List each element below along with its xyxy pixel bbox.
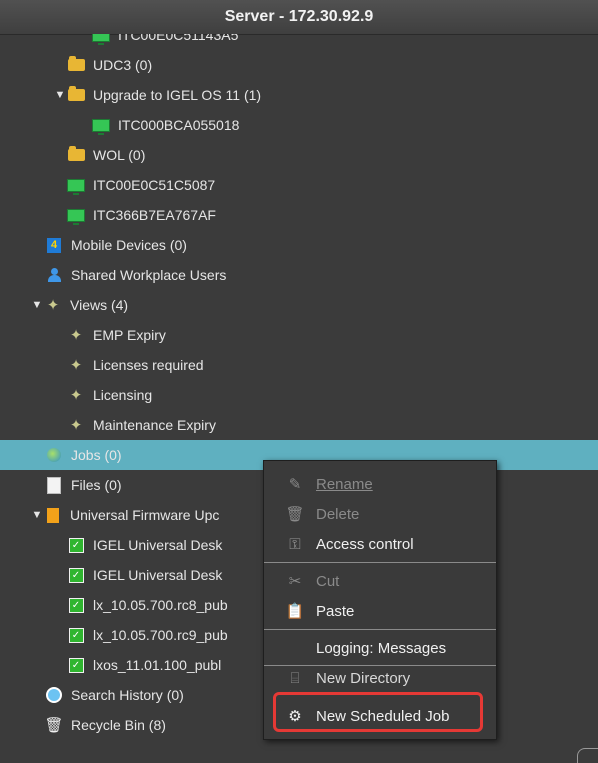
- scroll-corner: [577, 748, 598, 763]
- monitor-icon: [92, 34, 110, 45]
- tree-item[interactable]: ✦ Licensing: [0, 380, 598, 410]
- tree-item[interactable]: WOL (0): [0, 140, 598, 170]
- folder-icon: [67, 56, 85, 73]
- tree-item[interactable]: Shared Workplace Users: [0, 260, 598, 290]
- folder-icon: [67, 86, 85, 103]
- tree-item-label: lxos_11.01.100_publ: [93, 657, 222, 673]
- view-icon: ✦: [69, 387, 83, 404]
- tree-item[interactable]: ITC366B7EA767AF: [0, 200, 598, 230]
- tree-item-label: Files (0): [71, 477, 122, 493]
- tree-item-label: WOL (0): [93, 147, 146, 163]
- checkbox-icon: ✓: [67, 537, 85, 553]
- tree-item-label: Universal Firmware Upc: [70, 507, 220, 523]
- pencil-icon: ✎: [288, 476, 302, 493]
- tree-item-label: Upgrade to IGEL OS 11 (1): [93, 87, 262, 103]
- tree-item[interactable]: UDC3 (0): [0, 50, 598, 80]
- expand-caret-icon[interactable]: ▼: [30, 509, 44, 521]
- file-icon: [45, 476, 63, 494]
- view-icon: ✦: [69, 417, 83, 434]
- folder-icon: [67, 146, 85, 163]
- expand-caret-icon[interactable]: ▼: [30, 299, 44, 311]
- tree-item-label: IGEL Universal Desk: [93, 537, 223, 553]
- recycle-bin-icon: 🗑: [44, 717, 64, 734]
- tree-item-label: ITC366B7EA767AF: [93, 207, 216, 223]
- tree-item-label: lx_10.05.700.rc8_pub: [93, 597, 228, 613]
- tree-item-label: Maintenance Expiry: [93, 417, 216, 433]
- expand-caret-icon[interactable]: ▼: [53, 89, 67, 101]
- tree-item[interactable]: ITC00E0C51143A5: [0, 34, 598, 50]
- tree-item-label: Views (4): [70, 297, 129, 313]
- menu-item-delete[interactable]: 🗑 Delete: [264, 499, 496, 529]
- clipboard-icon: 📋: [285, 603, 305, 620]
- scissors-icon: ✂: [288, 573, 302, 590]
- tree-item[interactable]: ✦ EMP Expiry: [0, 320, 598, 350]
- tree-item[interactable]: 4 Mobile Devices (0): [0, 230, 598, 260]
- menu-item-rename[interactable]: ✎ Rename: [264, 469, 496, 499]
- menu-item-logging-messages[interactable]: Logging: Messages: [264, 633, 496, 663]
- tree-item[interactable]: ITC000BCA055018: [0, 110, 598, 140]
- view-icon: ✦: [69, 327, 83, 344]
- monitor-icon: [92, 117, 110, 135]
- tree-item-label: UDC3 (0): [93, 57, 153, 73]
- access-control-icon: ⚿: [289, 535, 301, 553]
- tree-item[interactable]: ▼ ✦ Views (4): [0, 290, 598, 320]
- user-icon: [45, 267, 63, 283]
- menu-item-new-directory[interactable]: ⌸ New Directory: [264, 668, 496, 688]
- monitor-icon: [67, 207, 85, 225]
- tree-item-label: ITC00E0C51C5087: [93, 177, 216, 193]
- new-folder-icon: ⌸: [290, 669, 300, 687]
- checkbox-icon: ✓: [67, 627, 85, 643]
- menu-item-cut[interactable]: ✂ Cut: [264, 566, 496, 596]
- tree-item-label: Search History (0): [71, 687, 184, 703]
- menu-separator: [264, 665, 496, 666]
- tree-item[interactable]: ▼ Upgrade to IGEL OS 11 (1): [0, 80, 598, 110]
- trash-icon: 🗑: [285, 506, 305, 523]
- menu-item-access-control[interactable]: ⚿ Access control: [264, 529, 496, 559]
- tree-item-label: Jobs (0): [71, 447, 122, 463]
- monitor-icon: [67, 177, 85, 195]
- firmware-icon: [44, 507, 62, 523]
- tree-item-label: Shared Workplace Users: [71, 267, 227, 283]
- checkbox-icon: ✓: [67, 657, 85, 673]
- tree-item-label: EMP Expiry: [93, 327, 166, 343]
- tree-item[interactable]: ✦ Maintenance Expiry: [0, 410, 598, 440]
- menu-separator: [264, 562, 496, 563]
- tree-item[interactable]: ✦ Licenses required: [0, 350, 598, 380]
- mobile-device-icon: 4: [45, 237, 63, 253]
- tree-item-label: Mobile Devices (0): [71, 237, 187, 253]
- menu-item-paste[interactable]: 📋 Paste: [264, 596, 496, 626]
- highlight-box: [273, 692, 483, 732]
- checkbox-icon: ✓: [67, 567, 85, 583]
- tree-item[interactable]: ITC00E0C51C5087: [0, 170, 598, 200]
- tree-item-label: lx_10.05.700.rc9_pub: [93, 627, 228, 643]
- search-icon: [45, 687, 63, 703]
- tree-item-label: Licensing: [93, 387, 153, 403]
- menu-separator: [264, 629, 496, 630]
- window-title: Server - 172.30.92.9: [0, 0, 598, 35]
- view-icon: ✦: [69, 357, 83, 374]
- view-icon: ✦: [46, 297, 60, 314]
- tree-item-label: ITC000BCA055018: [118, 117, 240, 133]
- tree-item-label: Licenses required: [93, 357, 204, 373]
- tree-item-label: ITC00E0C51143A5: [118, 34, 239, 43]
- checkbox-icon: ✓: [67, 597, 85, 613]
- jobs-icon: [45, 447, 63, 463]
- tree-item-label: Recycle Bin (8): [71, 717, 166, 733]
- tree-item-label: IGEL Universal Desk: [93, 567, 223, 583]
